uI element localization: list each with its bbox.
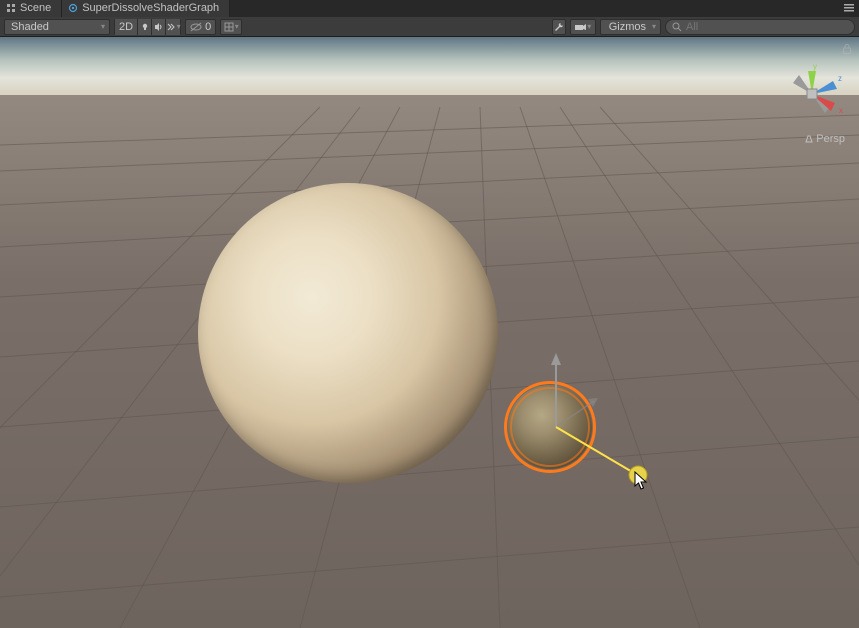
axis-x-label: x	[839, 106, 843, 115]
axis-y-label: y	[813, 62, 817, 71]
shadergraph-tab-icon	[68, 3, 78, 13]
scene-object-sphere-selected[interactable]	[504, 381, 596, 473]
scene-viewport[interactable]: x y z Persp	[0, 37, 859, 628]
scene-control-bar: Shaded ▾ 2D ▾ 0	[0, 17, 859, 37]
fx-icon	[166, 22, 176, 32]
view-toggle-group: 2D ▾	[114, 19, 181, 35]
toggle-audio[interactable]	[152, 19, 166, 35]
projection-toggle[interactable]: Persp	[804, 133, 845, 145]
lock-icon[interactable]	[841, 43, 853, 55]
selection-outline-inner	[510, 387, 590, 467]
chevron-down-icon: ▾	[235, 22, 239, 31]
eye-off-icon	[190, 22, 202, 32]
gizmos-dropdown[interactable]: Gizmos ▾	[600, 19, 661, 35]
search-icon	[672, 22, 682, 32]
tab-label: SuperDissolveShaderGraph	[82, 2, 219, 14]
chevron-down-icon: ▾	[101, 22, 105, 31]
scene-visibility-dropdown[interactable]: ▾	[220, 19, 242, 35]
tab-strip: Scene SuperDissolveShaderGraph	[0, 0, 859, 17]
axis-z-label: z	[838, 74, 842, 83]
scene-search[interactable]	[665, 19, 855, 35]
perspective-icon	[804, 134, 814, 144]
tab-shadergraph[interactable]: SuperDissolveShaderGraph	[62, 0, 230, 17]
orientation-gizmo[interactable]: x y z	[779, 61, 845, 127]
cursor-icon	[634, 471, 648, 491]
toggle-lighting[interactable]	[138, 19, 152, 35]
lightbulb-icon	[140, 22, 150, 32]
projection-label: Persp	[816, 133, 845, 145]
tab-label: Scene	[20, 2, 51, 14]
shading-mode-dropdown[interactable]: Shaded ▾	[4, 19, 110, 35]
scene-object-sphere-large[interactable]	[198, 183, 498, 483]
hidden-objects-button[interactable]: 0	[185, 19, 216, 35]
scene-tab-icon	[6, 3, 16, 13]
chevron-down-icon: ▾	[652, 22, 656, 31]
tab-scene[interactable]: Scene	[0, 0, 62, 17]
chevron-down-icon: ▾	[177, 22, 181, 31]
wrench-icon	[554, 22, 564, 32]
toggle-2d-label: 2D	[119, 21, 133, 33]
shading-mode-label: Shaded	[11, 21, 49, 33]
camera-icon	[574, 22, 586, 32]
search-input[interactable]	[686, 21, 848, 33]
toggle-fx[interactable]: ▾	[166, 19, 180, 35]
camera-button[interactable]: ▾	[570, 19, 596, 35]
gizmos-label: Gizmos	[609, 21, 646, 33]
toggle-2d[interactable]: 2D	[115, 19, 138, 35]
tab-menu-button[interactable]	[839, 0, 859, 17]
hidden-count: 0	[205, 21, 211, 33]
tab-filler	[230, 0, 839, 17]
tools-button[interactable]	[552, 19, 566, 35]
audio-icon	[154, 22, 164, 32]
chevron-down-icon: ▾	[587, 22, 591, 31]
grid-icon	[224, 22, 234, 32]
